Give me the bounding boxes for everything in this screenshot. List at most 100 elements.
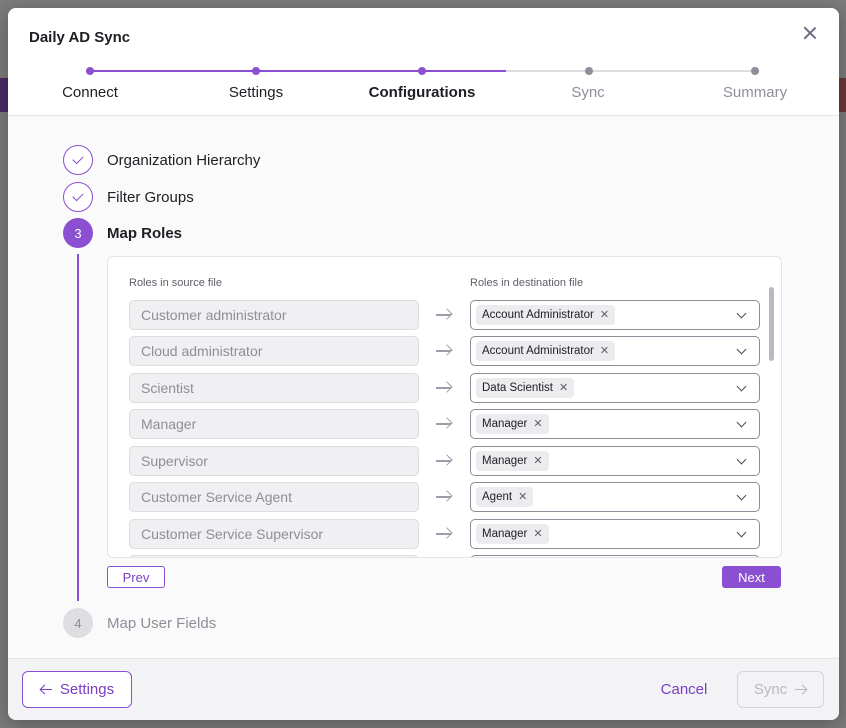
remove-icon[interactable]: ✕ (518, 487, 527, 507)
source-role-field: Supervisor (129, 446, 419, 476)
stepper-dot-configurations (418, 67, 426, 75)
destination-role-select[interactable]: Manager ✕ (470, 409, 760, 439)
stepper-label-summary: Summary (722, 84, 788, 101)
arrow-right-icon (435, 343, 453, 359)
arrow-right-icon (435, 380, 453, 396)
stepper-label-connect[interactable]: Connect (62, 84, 118, 101)
step-circle-map-roles: 3 (63, 218, 93, 248)
destination-role-select[interactable]: Manager ✕ (470, 519, 760, 549)
stepper-label-sync: Sync (571, 84, 605, 101)
chevron-down-icon[interactable] (736, 454, 747, 465)
source-role-field (129, 555, 419, 557)
role-chip-label: Account Administrator (482, 309, 594, 321)
role-mapping-row: Scientist Data Scientist ✕ (108, 373, 781, 403)
role-chip: Account Administrator ✕ (476, 341, 616, 361)
scrollbar-thumb[interactable] (769, 287, 774, 361)
stepper-dot-summary (751, 67, 759, 75)
destination-role-select[interactable] (470, 555, 760, 557)
arrow-left-icon (39, 684, 52, 695)
role-mapping-row-partial (108, 555, 781, 557)
chevron-down-icon[interactable] (736, 308, 747, 319)
remove-icon[interactable]: ✕ (533, 414, 542, 434)
check-icon (72, 189, 84, 202)
arrow-right-icon (435, 526, 453, 542)
remove-icon[interactable]: ✕ (600, 341, 609, 361)
step-circle-filter-groups (63, 182, 93, 212)
role-mapping-row: Customer Service Agent Agent ✕ (108, 482, 781, 512)
next-button[interactable]: Next (722, 566, 781, 588)
stepper-connector (90, 70, 256, 72)
sync-wizard-modal: Daily AD Sync Connect Settings Configura… (8, 8, 839, 720)
background-banner-left (0, 78, 8, 112)
role-mapping-row: Customer administrator Account Administr… (108, 300, 781, 330)
modal-title: Daily AD Sync (29, 29, 131, 46)
remove-icon[interactable]: ✕ (533, 451, 542, 471)
check-icon (72, 152, 84, 165)
step-label-organization-hierarchy[interactable]: Organization Hierarchy (107, 152, 260, 169)
arrow-right-icon (795, 684, 808, 695)
chevron-down-icon[interactable] (736, 417, 747, 428)
source-role-field: Customer Service Agent (129, 482, 419, 512)
chevron-down-icon[interactable] (736, 381, 747, 392)
destination-column-header: Roles in destination file (470, 277, 584, 289)
arrow-right-icon (435, 416, 453, 432)
role-chip-label: Agent (482, 491, 513, 503)
role-chip-label: Data Scientist (482, 382, 553, 394)
prev-button[interactable]: Prev (107, 566, 165, 588)
cancel-button[interactable]: Cancel (652, 671, 716, 708)
remove-icon[interactable]: ✕ (600, 305, 609, 325)
stepper-connector (588, 70, 754, 72)
role-mapping-row: Supervisor Manager ✕ (108, 446, 781, 476)
role-mapping-row: Manager Manager ✕ (108, 409, 781, 439)
role-chip-label: Manager (482, 418, 528, 430)
source-role-field: Scientist (129, 373, 419, 403)
role-chip: Account Administrator ✕ (476, 305, 616, 325)
remove-icon[interactable]: ✕ (533, 524, 542, 544)
stepper-label-settings[interactable]: Settings (229, 84, 283, 101)
role-chip: Agent ✕ (476, 487, 534, 507)
close-icon[interactable] (801, 24, 819, 42)
sync-button-label: Sync (753, 681, 788, 698)
destination-role-select[interactable]: Agent ✕ (470, 482, 760, 512)
step-progress-line (77, 254, 79, 601)
back-button-label: Settings (59, 681, 115, 698)
step-label-map-user-fields: Map User Fields (107, 615, 217, 632)
stepper-dot-connect (86, 67, 94, 75)
role-mapping-row: Cloud administrator Account Administrato… (108, 336, 781, 366)
chevron-down-icon[interactable] (736, 490, 747, 501)
arrow-right-icon (435, 453, 453, 469)
step-circle-organization-hierarchy (63, 145, 93, 175)
sync-button[interactable]: Sync (737, 671, 824, 708)
source-role-field: Customer Service Supervisor (129, 519, 419, 549)
source-role-field: Cloud administrator (129, 336, 419, 366)
source-role-field: Customer administrator (129, 300, 419, 330)
stepper-label-configurations: Configurations (368, 84, 476, 101)
modal-header: Daily AD Sync Connect Settings Configura… (8, 8, 839, 116)
stepper-dot-sync (585, 67, 593, 75)
source-role-field: Manager (129, 409, 419, 439)
step-circle-map-user-fields: 4 (63, 608, 93, 638)
source-column-header: Roles in source file (129, 277, 222, 289)
modal-body: Organization Hierarchy Filter Groups 3 M… (8, 116, 839, 658)
background-banner-right (838, 78, 846, 112)
role-chip: Manager ✕ (476, 414, 549, 434)
role-chip: Manager ✕ (476, 451, 549, 471)
map-roles-panel: Roles in source file Roles in destinatio… (107, 256, 782, 558)
modal-footer: Settings Cancel Sync (8, 658, 839, 720)
destination-role-select[interactable]: Data Scientist ✕ (470, 373, 760, 403)
step-label-filter-groups[interactable]: Filter Groups (107, 189, 194, 206)
stepper-connector (506, 70, 588, 72)
remove-icon[interactable]: ✕ (559, 378, 568, 398)
back-to-settings-button[interactable]: Settings (22, 671, 132, 708)
chevron-down-icon[interactable] (736, 527, 747, 538)
stepper-dot-settings (252, 67, 260, 75)
role-chip-label: Manager (482, 528, 528, 540)
destination-role-select[interactable]: Manager ✕ (470, 446, 760, 476)
step-label-map-roles: Map Roles (107, 225, 183, 242)
chevron-down-icon[interactable] (736, 344, 747, 355)
destination-role-select[interactable]: Account Administrator ✕ (470, 336, 760, 366)
destination-role-select[interactable]: Account Administrator ✕ (470, 300, 760, 330)
stepper-connector (256, 70, 422, 72)
role-chip-label: Account Administrator (482, 345, 594, 357)
role-chip-label: Manager (482, 455, 528, 467)
